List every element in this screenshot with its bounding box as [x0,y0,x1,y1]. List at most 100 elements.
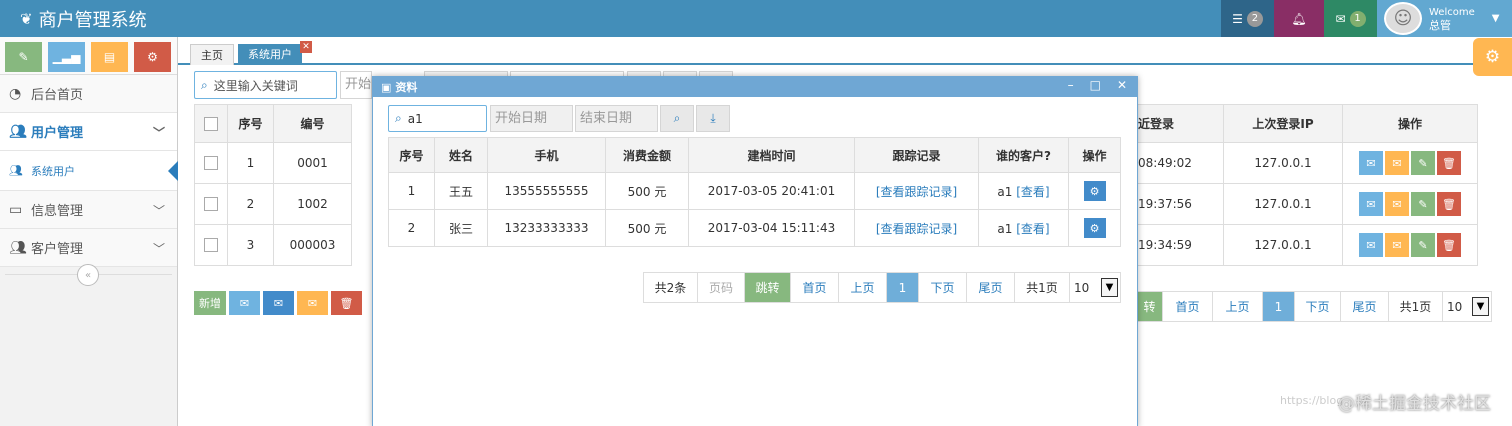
close-icon[interactable]: ✕ [1117,78,1127,92]
table-row[interactable]: 1 王五 13555555555 500 元 2017-03-05 20:41:… [388,172,1121,210]
top-navbar: ❦ 商户管理系统 ☰ 2 🔔︎ ✉ 1 ☺ Welcome 总管 ▼ [0,0,1512,37]
pencil-shortcut-button[interactable]: ✎ [5,42,42,72]
table-row[interactable]: 1 0001 [194,142,352,184]
row-select-cell [194,142,228,184]
next-page-button[interactable]: 下页 [1295,292,1341,321]
current-page[interactable]: 1 [1263,292,1295,321]
sidebar-collapse-button[interactable]: « [77,264,99,286]
signal-icon: ▁▃▅ [52,50,81,64]
column-header: 编号 [273,104,352,143]
edit-action-button[interactable]: ✎ [1411,151,1435,175]
message-action-button[interactable]: ✉ [1385,233,1409,257]
first-page-button[interactable]: 首页 [791,273,839,302]
first-page-button[interactable]: 首页 [1163,292,1213,321]
start-date-input[interactable]: 开始 [340,71,372,99]
sidebar-item-customer-management[interactable]: 👥︎ 客户管理 ﹀ [0,229,177,267]
dialog-search-input[interactable]: ⌕ a1 [388,105,487,132]
row-checkbox[interactable] [204,238,218,253]
edit-action-button[interactable]: ✎ [1411,192,1435,216]
search-input[interactable]: ⌕ 这里输入关键词 [194,71,337,99]
table-row[interactable]: 08:49:02 127.0.0.1 ✉ ✉ ✎ 🗑︎ [1137,142,1478,184]
page-size-select[interactable]: 10 ▼ [1443,292,1491,321]
prev-page-button[interactable]: 上页 [1213,292,1263,321]
select-all-checkbox[interactable] [204,116,218,131]
envelope-icon: ✉ [273,296,284,310]
dashboard-icon: ◔ [9,85,22,102]
view-trace-link[interactable]: [查看跟踪记录] [876,222,957,236]
last-page-button[interactable]: 尾页 [1341,292,1389,321]
dialog-download-button[interactable]: ⤓ [696,105,730,132]
view-trace-link[interactable]: [查看跟踪记录] [876,185,957,199]
envelope-icon: ✉ [1366,156,1376,170]
notifications-button[interactable]: 🔔︎ [1274,0,1324,37]
table-row[interactable]: 19:34:59 127.0.0.1 ✉ ✉ ✎ 🗑︎ [1137,224,1478,266]
code-cell: 000003 [273,224,352,266]
row-checkbox[interactable] [204,156,218,171]
amount-cell: 500 元 [605,172,689,210]
sidebar-item-label: 用户管理 [31,126,84,141]
start-date-input[interactable]: 开始日期 [490,105,573,132]
table-row[interactable]: 3 000003 [194,224,352,266]
column-header: 手机 [487,137,606,173]
end-date-input[interactable]: 结束日期 [575,105,658,132]
table-row[interactable]: 2 1002 [194,183,352,225]
delete-action-button[interactable]: 🗑︎ [1437,233,1461,257]
message-action-button[interactable]: ✉ [1385,192,1409,216]
table-row[interactable]: 2 张三 13233333333 500 元 2017-03-04 15:11:… [388,209,1121,247]
current-page[interactable]: 1 [887,273,919,302]
settings-gear-button[interactable]: ⚙ [1473,38,1512,76]
page-number-input[interactable]: 页码 [698,273,745,302]
phone-cell: 13555555555 [487,172,606,210]
actions-cell: ✉ ✉ ✎ 🗑︎ [1342,142,1478,184]
tab-home[interactable]: 主页 [190,44,234,65]
sidebar-item-system-users[interactable]: 👥︎ 系统用户 [0,151,178,191]
column-header: 上次登录IP [1223,104,1343,143]
row-select-cell [194,224,228,266]
search-icon: ⌕ [673,111,681,125]
next-page-button[interactable]: 下页 [919,273,967,302]
edit-action-button[interactable]: ✎ [1411,233,1435,257]
mail-action-button[interactable]: ✉ [1359,192,1383,216]
sidebar-item-info-management[interactable]: ▭ 信息管理 ﹀ [0,191,177,229]
last-page-button[interactable]: 尾页 [967,273,1015,302]
page-size-select[interactable]: 10 ▼ [1070,273,1120,302]
bulk-mail-button[interactable]: ✉ [229,291,260,315]
prev-page-button[interactable]: 上页 [839,273,887,302]
bulk-notify-button[interactable]: ✉ [297,291,328,315]
book-shortcut-button[interactable]: ▤ [91,42,128,72]
message-action-button[interactable]: ✉ [1385,151,1409,175]
row-settings-button[interactable]: ⚙ [1083,218,1106,238]
sidebar-item-user-management[interactable]: 👥︎ 用户管理 ﹀ [0,113,177,151]
add-button[interactable]: 新增 [194,291,226,315]
app-brand[interactable]: ❦ 商户管理系统 [20,6,147,32]
tab-close-icon[interactable]: ✕ [300,41,312,53]
tab-system-users[interactable]: 系统用户 [238,44,302,65]
bulk-message-button[interactable]: ✉ [263,291,294,315]
cogs-shortcut-button[interactable]: ⚙ [134,42,171,72]
minimize-icon[interactable]: – [1068,78,1074,92]
mail-action-button[interactable]: ✉ [1359,233,1383,257]
row-checkbox[interactable] [204,197,218,212]
chart-shortcut-button[interactable]: ▁▃▅ [48,42,85,72]
mail-action-button[interactable]: ✉ [1359,151,1383,175]
delete-action-button[interactable]: 🗑︎ [1437,192,1461,216]
watermark-text: @稀土掘金技术社区 [1338,394,1491,414]
user-menu[interactable]: ☺ Welcome 总管 ▼ [1377,0,1512,37]
messages-button[interactable]: ✉ 1 [1324,0,1377,37]
dialog-search-button[interactable]: ⌕ [660,105,694,132]
owner-name: a1 [997,221,1013,236]
table-row[interactable]: 19:37:56 127.0.0.1 ✉ ✉ ✎ 🗑︎ [1137,183,1478,225]
jump-button[interactable]: 转 [1137,292,1163,321]
row-settings-button[interactable]: ⚙ [1083,181,1106,201]
jump-button[interactable]: 跳转 [745,273,791,302]
view-owner-link[interactable]: [查看] [1016,185,1049,199]
view-owner-link[interactable]: [查看] [1016,222,1049,236]
cogs-icon: ⚙ [147,50,158,64]
tasks-button[interactable]: ☰ 2 [1221,0,1274,37]
dialog-header[interactable]: ▣ 资料 – □ ✕ [373,77,1137,97]
maximize-icon[interactable]: □ [1090,78,1101,92]
sidebar-item-dashboard[interactable]: ◔ 后台首页 [0,75,177,113]
bulk-delete-button[interactable]: 🗑︎ [331,291,362,315]
total-pages: 共1页 [1015,273,1070,302]
delete-action-button[interactable]: 🗑︎ [1437,151,1461,175]
